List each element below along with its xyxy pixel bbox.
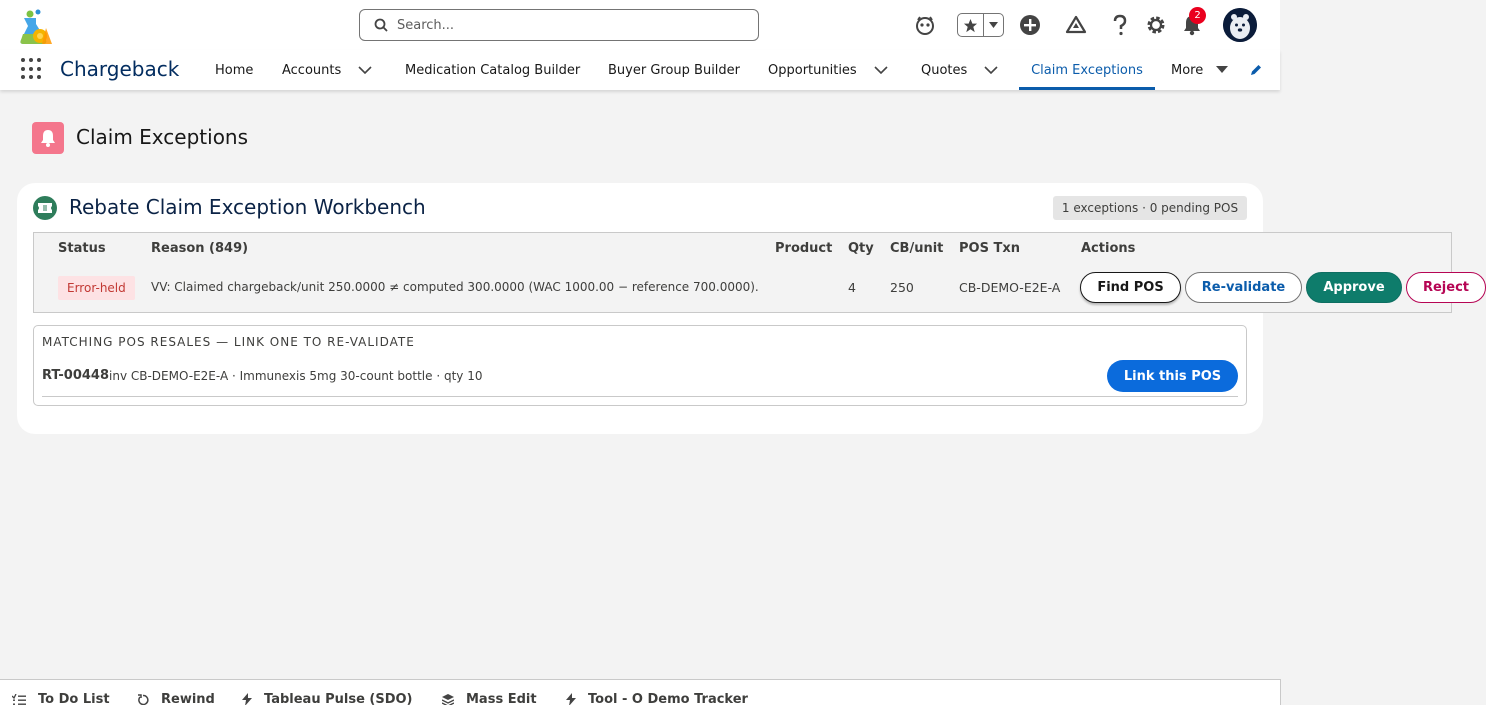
app-logo-icon[interactable]: [16, 8, 56, 46]
utility-label: Rewind: [161, 692, 215, 705]
layers-icon: [442, 693, 454, 705]
qty-cell: 4: [848, 280, 856, 295]
search-placeholder: Search...: [397, 17, 455, 33]
nav-item-claim-exceptions[interactable]: Claim Exceptions: [1019, 50, 1155, 90]
setup-gear-icon[interactable]: [1144, 13, 1168, 37]
column-header-status: Status: [58, 241, 106, 256]
favorites-star-icon[interactable]: [958, 14, 984, 36]
column-header-reason: Reason (849): [151, 241, 249, 256]
page-title: Claim Exceptions: [76, 125, 249, 149]
pos-resale-id: RT-00448: [42, 368, 110, 383]
divider: [42, 396, 1238, 397]
find-pos-button[interactable]: Find POS: [1080, 272, 1181, 303]
nav-item-buyer-group-builder[interactable]: Buyer Group Builder: [608, 50, 740, 90]
lightning-bolt-icon: [242, 693, 252, 705]
app-launcher-waffle-icon[interactable]: [21, 58, 43, 80]
utility-bar: To Do List Rewind Tableau Pulse (SDO) Ma…: [0, 679, 1281, 705]
column-header-pos-txn: POS Txn: [959, 241, 1020, 256]
reason-cell: VV: Claimed chargeback/unit 250.0000 ≠ c…: [151, 280, 759, 294]
matching-pos-heading: MATCHING POS RESALES — LINK ONE TO RE-VA…: [42, 335, 415, 349]
claim-exceptions-bell-icon: [32, 122, 64, 154]
reject-button[interactable]: Reject: [1406, 272, 1486, 303]
notification-count-badge: 2: [1189, 7, 1206, 24]
utility-item-demo-tracker[interactable]: Tool - O Demo Tracker: [566, 692, 748, 705]
card-title: Rebate Claim Exception Workbench: [69, 195, 426, 219]
nav-item-medication-catalog-builder[interactable]: Medication Catalog Builder: [405, 50, 580, 90]
exceptions-count-badge: 1 exceptions · 0 pending POS: [1053, 196, 1247, 220]
more-caret-down-icon[interactable]: [1214, 63, 1230, 77]
nav-item-home[interactable]: Home: [215, 50, 253, 90]
app-navigation-bar: Chargeback Home Accounts Medication Cata…: [0, 50, 1280, 90]
utility-label: Tool - O Demo Tracker: [588, 692, 748, 705]
nav-item-more[interactable]: More: [1171, 50, 1203, 90]
utility-label: Mass Edit: [466, 692, 537, 705]
user-avatar[interactable]: [1223, 8, 1257, 42]
favorites-group: [957, 13, 1004, 37]
column-header-product: Product: [775, 241, 833, 256]
trailhead-guidance-icon[interactable]: [1064, 13, 1088, 37]
edit-nav-pencil-icon[interactable]: [1248, 63, 1264, 77]
accounts-chevron-down-icon[interactable]: [357, 63, 373, 77]
utility-item-to-do-list[interactable]: To Do List: [12, 692, 110, 705]
utility-label: Tableau Pulse (SDO): [264, 692, 413, 705]
favorites-dropdown-icon[interactable]: [984, 14, 1003, 36]
link-this-pos-button[interactable]: Link this POS: [1107, 360, 1238, 392]
global-actions-plus-icon[interactable]: [1018, 13, 1042, 37]
rewind-icon: [138, 693, 149, 705]
checklist-icon: [12, 693, 26, 705]
opportunities-chevron-down-icon[interactable]: [873, 63, 889, 77]
nav-item-accounts[interactable]: Accounts: [282, 50, 341, 90]
nav-item-quotes[interactable]: Quotes: [921, 50, 967, 90]
agent-astro-icon[interactable]: [913, 13, 937, 37]
status-badge: Error-held: [58, 276, 135, 300]
utility-label: To Do List: [38, 692, 110, 705]
lightning-bolt-icon: [566, 693, 576, 705]
utility-item-mass-edit[interactable]: Mass Edit: [442, 692, 537, 705]
column-header-actions: Actions: [1081, 241, 1136, 256]
column-header-cb-unit: CB/unit: [890, 241, 944, 256]
nav-item-opportunities[interactable]: Opportunities: [768, 50, 857, 90]
workbench-ticket-icon: [33, 196, 57, 220]
utility-item-tableau-pulse[interactable]: Tableau Pulse (SDO): [242, 692, 413, 705]
app-name: Chargeback: [60, 57, 180, 81]
help-icon[interactable]: [1108, 13, 1132, 37]
search-icon: [374, 18, 388, 32]
pos-txn-cell: CB-DEMO-E2E-A: [959, 280, 1061, 295]
utility-item-rewind[interactable]: Rewind: [137, 692, 215, 705]
quotes-chevron-down-icon[interactable]: [983, 63, 999, 77]
global-header: Search... 2: [0, 0, 1280, 50]
global-search-input[interactable]: Search...: [359, 9, 759, 41]
approve-button[interactable]: Approve: [1306, 272, 1402, 303]
pos-resale-description: inv CB-DEMO-E2E-A · Immunexis 5mg 30-cou…: [109, 369, 483, 383]
revalidate-button[interactable]: Re-validate: [1185, 272, 1302, 303]
cb-unit-cell: 250: [890, 280, 914, 295]
column-header-qty: Qty: [848, 241, 874, 256]
